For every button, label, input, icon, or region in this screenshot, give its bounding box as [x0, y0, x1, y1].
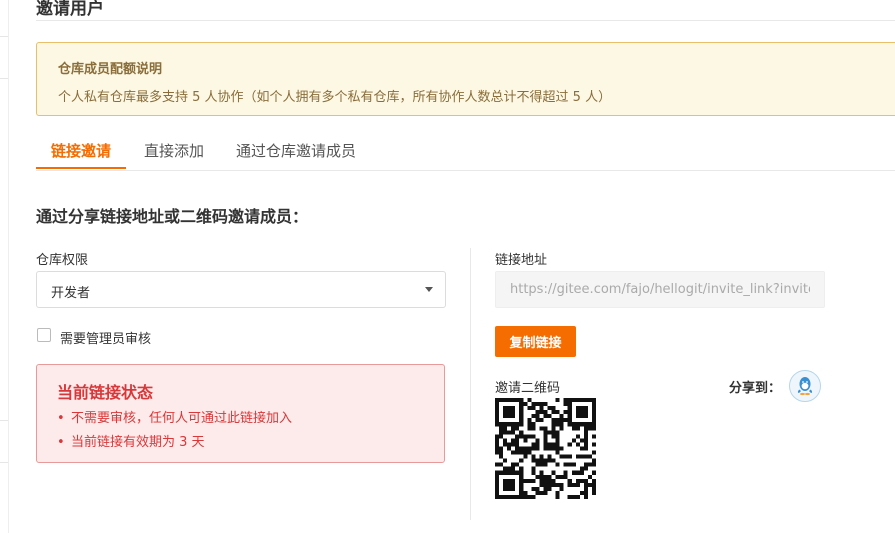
rail-divider: [0, 420, 8, 421]
approval-checkbox-label[interactable]: 需要管理员审核: [60, 328, 151, 347]
page-title: 邀请用户: [36, 0, 104, 19]
qr-code-icon: [495, 398, 596, 499]
status-title: 当前链接状态: [57, 383, 154, 402]
caret-down-icon: [425, 287, 433, 292]
notice-body: 个人私有仓库最多支持 5 人协作（如个人拥有多个私有仓库，所有协作人数总计不得超…: [58, 90, 612, 105]
status-item-text: 不需要审核，任何人可通过此链接加入: [71, 411, 293, 426]
tab-direct-add[interactable]: 直接添加: [144, 140, 204, 161]
share-label: 分享到：: [729, 381, 782, 396]
rail-divider: [0, 78, 8, 79]
invite-tabs: 链接邀请 直接添加 通过仓库邀请成员: [36, 138, 895, 171]
status-item: • 当前链接有效期为 3 天: [57, 431, 292, 455]
copy-link-button[interactable]: 复制链接: [495, 326, 576, 357]
tab-link-invite[interactable]: 链接邀请: [51, 140, 111, 161]
rail-divider: [0, 36, 8, 37]
section-heading: 通过分享链接地址或二维码邀请成员：: [36, 207, 309, 226]
status-list: • 不需要审核，任何人可通过此链接加入 • 当前链接有效期为 3 天: [57, 407, 292, 455]
permission-label: 仓库权限: [36, 253, 89, 268]
permission-selected-value: 开发者: [51, 286, 91, 301]
status-item-text: 当前链接有效期为 3 天: [71, 435, 205, 450]
approval-checkbox[interactable]: [37, 328, 51, 342]
title-divider: [36, 20, 895, 21]
qq-icon: [797, 377, 813, 396]
notice-title: 仓库成员配额说明: [58, 62, 163, 77]
rail-divider: [0, 462, 8, 463]
tab-invite-from-repo[interactable]: 通过仓库邀请成员: [236, 140, 356, 161]
column-divider: [470, 248, 471, 520]
qr-label: 邀请二维码: [495, 381, 561, 396]
bullet-icon: •: [57, 411, 65, 426]
left-rail: [0, 0, 9, 533]
active-tab-indicator: [36, 167, 126, 169]
link-label: 链接地址: [495, 253, 548, 268]
bullet-icon: •: [57, 435, 65, 450]
permission-select[interactable]: 开发者: [36, 271, 446, 308]
invite-link-input[interactable]: [495, 271, 825, 308]
quota-notice: 仓库成员配额说明 个人私有仓库最多支持 5 人协作（如个人拥有多个私有仓库，所有…: [36, 42, 895, 116]
link-status-panel: 当前链接状态 • 不需要审核，任何人可通过此链接加入 • 当前链接有效期为 3 天: [36, 364, 445, 463]
share-qq-button[interactable]: [789, 370, 821, 402]
status-item: • 不需要审核，任何人可通过此链接加入: [57, 407, 292, 431]
